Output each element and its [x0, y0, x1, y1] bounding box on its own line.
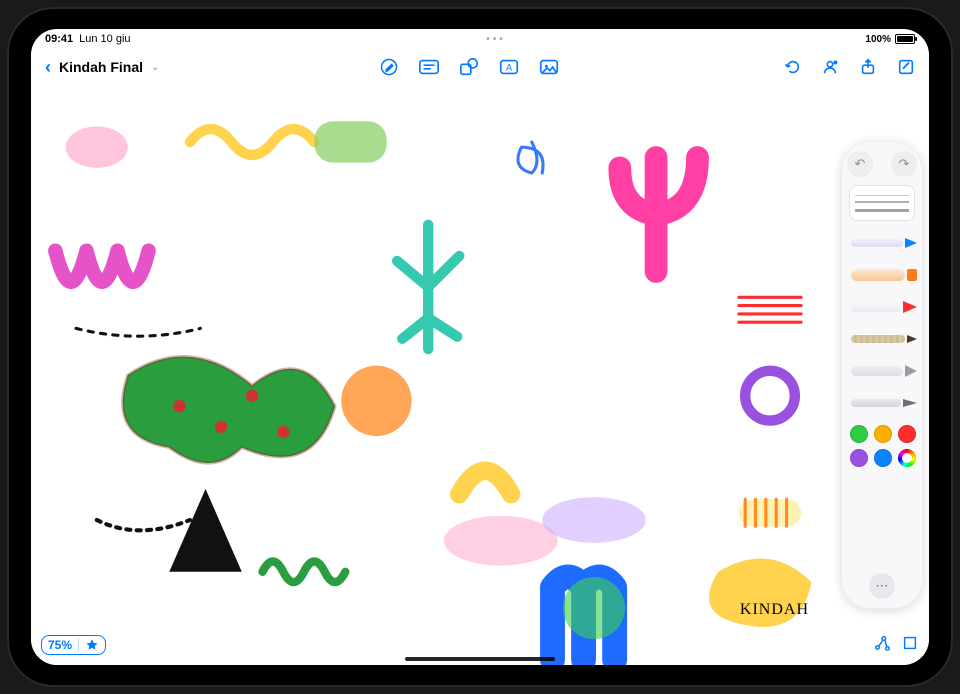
screen: 09:41 Lun 10 giu ••• 100% ‹ Kindah Final… [31, 29, 929, 665]
divider [78, 638, 79, 652]
ipad-device-frame: 09:41 Lun 10 giu ••• 100% ‹ Kindah Final… [7, 7, 953, 687]
pencil-mode-icon[interactable] [376, 56, 402, 78]
svg-text:A: A [506, 63, 513, 73]
tool-pen[interactable] [851, 231, 917, 255]
swatch-purple[interactable] [850, 449, 868, 467]
status-date: Lun 10 giu [79, 33, 130, 45]
drawing-canvas[interactable]: KINDAH 75% [31, 85, 929, 665]
tool-fountain[interactable] [851, 391, 917, 415]
back-button[interactable]: ‹ [41, 55, 55, 80]
new-icon[interactable] [893, 56, 919, 78]
media-icon[interactable] [536, 56, 562, 78]
swatch-color-wheel[interactable] [898, 449, 916, 467]
battery-icon [895, 34, 915, 44]
zoom-control[interactable]: 75% [41, 635, 106, 655]
artist-signature: KINDAH [740, 601, 809, 619]
crop-icon[interactable] [901, 634, 919, 657]
tool-marker[interactable] [851, 295, 917, 319]
document-title-menu[interactable]: ⌄ [151, 62, 159, 73]
swatch-blue[interactable] [874, 449, 892, 467]
color-swatches [850, 425, 914, 467]
zoom-value[interactable]: 75% [48, 638, 72, 652]
swatch-red[interactable] [898, 425, 916, 443]
swatch-green[interactable] [850, 425, 868, 443]
home-indicator[interactable] [405, 657, 555, 661]
share-icon[interactable] [855, 56, 881, 78]
palette-redo-button[interactable]: ↷ [891, 151, 917, 177]
tool-pencil[interactable] [851, 327, 917, 351]
stroke-width-preview[interactable] [849, 185, 915, 221]
favorites-icon[interactable] [85, 638, 99, 652]
battery-pct: 100% [865, 34, 891, 45]
undo-icon[interactable] [779, 56, 805, 78]
app-toolbar: ‹ Kindah Final ⌄ [31, 49, 929, 85]
palette-undo-button[interactable]: ↶ [847, 151, 873, 177]
artwork-layer [31, 85, 929, 665]
collab-icon[interactable] [817, 56, 843, 78]
tool-crayon[interactable] [851, 359, 917, 383]
multitask-dots[interactable]: ••• [131, 34, 862, 45]
tool-watercolor[interactable] [851, 263, 917, 287]
textstyle-icon[interactable]: A [496, 56, 522, 78]
shapes-icon[interactable] [456, 56, 482, 78]
swatch-yellow[interactable] [874, 425, 892, 443]
status-time: 09:41 [45, 33, 73, 45]
tool-palette[interactable]: ↶ ↷ [841, 141, 923, 609]
palette-more-button[interactable]: ⋯ [869, 573, 895, 599]
textbox-icon[interactable] [416, 56, 442, 78]
document-title[interactable]: Kindah Final [59, 59, 143, 75]
status-bar: 09:41 Lun 10 giu ••• 100% [31, 29, 929, 49]
vector-shapes-icon[interactable] [873, 634, 891, 657]
